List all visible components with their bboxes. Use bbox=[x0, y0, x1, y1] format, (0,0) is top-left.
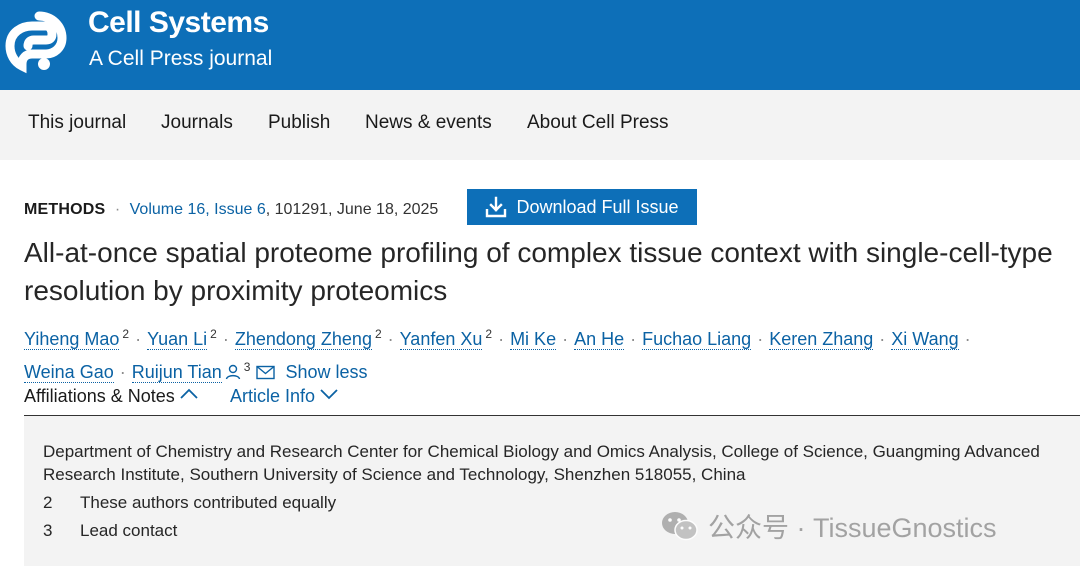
author-link[interactable]: Fuchao Liang bbox=[642, 329, 752, 350]
site-header: Cell Systems A Cell Press journal bbox=[0, 0, 1080, 90]
cell-press-logo-icon[interactable] bbox=[4, 8, 74, 78]
nav-item-about-cell-press[interactable]: About Cell Press bbox=[527, 112, 669, 134]
note-number: 2 bbox=[43, 493, 53, 512]
note-item: 2 These authors contributed equally bbox=[43, 493, 336, 513]
author-link[interactable]: Yanfen Xu bbox=[399, 329, 483, 350]
author-separator: · bbox=[879, 329, 886, 349]
download-label: Download Full Issue bbox=[516, 196, 679, 217]
wechat-icon bbox=[662, 511, 698, 540]
author-separator: · bbox=[630, 329, 637, 349]
author-separator: · bbox=[387, 329, 394, 349]
affiliation-text: Department of Chemistry and Research Cen… bbox=[43, 442, 1040, 484]
brand-name[interactable]: Cell Systems bbox=[88, 6, 269, 40]
watermark-text: 公众号 · TissueGnostics bbox=[708, 513, 997, 543]
author-link[interactable]: Mi Ke bbox=[510, 329, 557, 350]
mail-icon[interactable] bbox=[256, 365, 276, 380]
article-meta: METHODS · Volume 16, Issue 6, 101291, Ju… bbox=[24, 201, 438, 219]
download-full-issue-button[interactable]: Download Full Issue bbox=[467, 189, 697, 225]
brand-subtitle: A Cell Press journal bbox=[89, 47, 273, 70]
author-superscript: 2 bbox=[485, 327, 493, 341]
watermark: 公众号 · TissueGnostics bbox=[660, 506, 997, 545]
author-link[interactable]: An He bbox=[574, 329, 625, 350]
author-link[interactable]: Zhendong Zheng bbox=[234, 329, 372, 350]
author-separator: · bbox=[222, 329, 229, 349]
author-link[interactable]: Xi Wang bbox=[891, 329, 959, 350]
author-superscript: 3 bbox=[243, 360, 251, 374]
tab-article-info-label: Article Info bbox=[230, 386, 316, 406]
tab-affiliations-label: Affiliations & Notes bbox=[24, 386, 175, 406]
author-link[interactable]: Weina Gao bbox=[24, 362, 114, 383]
author-superscript: 2 bbox=[374, 327, 382, 341]
nav-item-this-journal[interactable]: This journal bbox=[28, 112, 126, 134]
citation-text: , bbox=[265, 201, 275, 218]
nav-item-publish[interactable]: Publish bbox=[268, 112, 330, 134]
note-number: 3 bbox=[43, 521, 53, 540]
author-link[interactable]: Ruijun Tian bbox=[131, 362, 222, 383]
nav-item-journals[interactable]: Journals bbox=[161, 112, 233, 134]
author-separator: · bbox=[562, 329, 569, 349]
author-list: Yiheng Mao 2 · Yuan Li 2 · Zhendong Zheng 2 · Yan… bbox=[24, 320, 1064, 386]
chevron-down-icon bbox=[320, 389, 338, 400]
tab-article-info[interactable]: Article Info bbox=[230, 386, 339, 407]
note-item: 3 Lead contact bbox=[43, 521, 177, 541]
author-separator: · bbox=[757, 329, 764, 349]
author-superscript: 2 bbox=[210, 327, 217, 341]
volume-issue-link[interactable]: Volume 16, Issue 6 bbox=[130, 201, 266, 218]
citation-details: 101291, June 18, 2025 bbox=[274, 201, 439, 218]
person-icon bbox=[225, 364, 240, 380]
author-separator: · bbox=[119, 362, 126, 382]
nav-item-news-events[interactable]: News & events bbox=[365, 112, 492, 134]
note-text: These authors contributed equally bbox=[80, 493, 337, 512]
author-link[interactable]: Yuan Li bbox=[147, 329, 208, 350]
article-title: All-at-once spatial proteome profiling o… bbox=[24, 237, 1053, 306]
show-less-link[interactable]: Show less bbox=[285, 362, 367, 382]
author-separator: · bbox=[498, 329, 505, 349]
main-nav: This journal Journals Publish News & eve… bbox=[0, 90, 1080, 160]
author-link[interactable]: Keren Zhang bbox=[769, 329, 874, 350]
author-separator: · bbox=[964, 329, 971, 349]
author-superscript: 2 bbox=[122, 327, 130, 341]
author-link[interactable]: Yiheng Mao bbox=[24, 329, 120, 350]
meta-separator: · bbox=[114, 201, 121, 218]
tab-affiliations-notes[interactable]: Affiliations & Notes bbox=[24, 386, 199, 407]
download-icon bbox=[486, 196, 507, 218]
chevron-up-icon bbox=[180, 388, 198, 399]
note-text: Lead contact bbox=[80, 521, 178, 540]
author-separator: · bbox=[135, 329, 142, 349]
article-type: METHODS bbox=[24, 201, 106, 218]
